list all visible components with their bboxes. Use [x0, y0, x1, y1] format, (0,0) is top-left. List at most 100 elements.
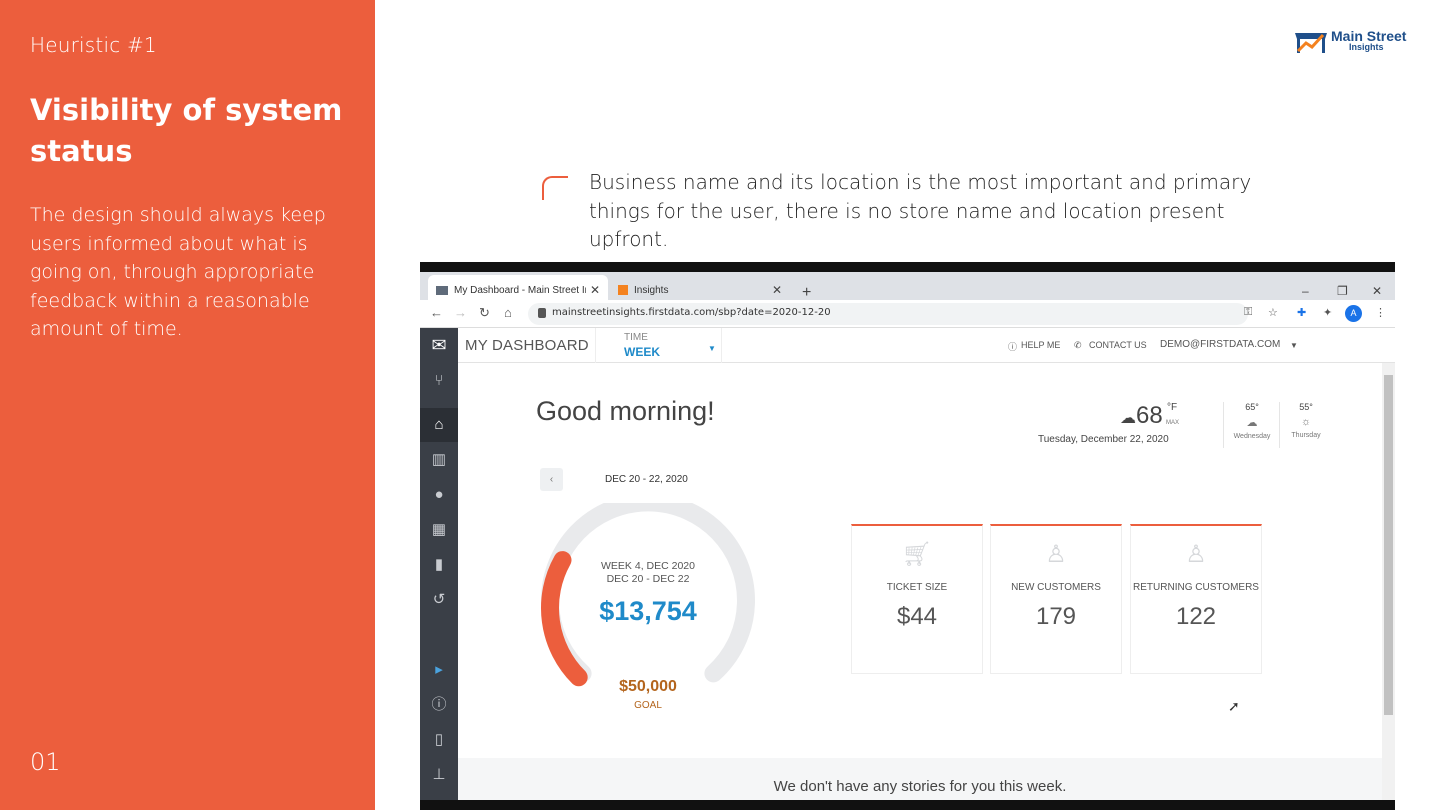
chevron-down-icon: ▼	[708, 344, 716, 353]
heuristic-title: Visibility of system status	[30, 93, 343, 168]
logo-name: Main Street	[1331, 28, 1407, 44]
star-icon[interactable]: ☆	[1268, 306, 1278, 319]
heuristic-panel: Heuristic #1 Visibility of system status…	[0, 0, 375, 810]
url-text: mainstreetinsights.firstdata.com/sbp?dat…	[552, 307, 831, 318]
metric-value: $44	[896, 603, 938, 630]
forecast-day: Wednesday	[1233, 433, 1271, 440]
scrollbar[interactable]	[1382, 363, 1395, 800]
gauge-progress	[541, 551, 588, 687]
help-icon[interactable]: ⓘ	[1008, 340, 1017, 353]
forecast-temp: 55°	[1299, 402, 1313, 412]
maximize-button[interactable]: ❐	[1337, 284, 1348, 298]
add-user-icon: ♙	[1045, 541, 1067, 568]
temperature-max-label: MAX	[1166, 420, 1180, 426]
help-link[interactable]: HELP ME	[1021, 340, 1060, 350]
restaurant-icon[interactable]: ⑂	[420, 364, 458, 398]
temperature-value: 68	[1136, 402, 1163, 429]
profile-avatar[interactable]: A	[1345, 305, 1362, 322]
sitemap-nav-icon[interactable]: ⊥	[420, 758, 458, 792]
customers-nav-icon[interactable]: ●	[420, 478, 458, 512]
metric-ticket-size[interactable]: 🛒︎ TICKET SIZE $44	[851, 524, 983, 674]
scrollbar-thumb[interactable]	[1384, 375, 1393, 715]
refresh-nav-icon[interactable]: ↺	[420, 583, 458, 617]
gauge-range-label: DEC 20 - DEC 22	[606, 573, 690, 585]
goal-label: GOAL	[634, 700, 662, 711]
metric-label: RETURNING CUSTOMERS	[1133, 582, 1259, 593]
stories-message: We don't have any stories for you this w…	[773, 778, 1067, 795]
browser-bottom-edge	[420, 800, 1395, 810]
metric-value: 179	[1035, 603, 1077, 630]
returning-user-icon: ♙	[1185, 541, 1207, 568]
dashboard-favicon-icon	[436, 285, 448, 295]
partly-cloudy-icon: ☁	[1120, 410, 1136, 427]
goal-amount: $50,000	[619, 678, 677, 695]
dashboard-title: MY DASHBOARD	[465, 337, 589, 354]
current-temperature: ☁68	[1120, 402, 1163, 430]
forecast-thursday: 55° ☼ Thursday	[1280, 402, 1332, 439]
time-label: TIME	[624, 332, 648, 343]
divider	[1223, 402, 1224, 448]
metric-new-customers[interactable]: ♙ NEW CUSTOMERS 179	[990, 524, 1122, 674]
previous-period-button[interactable]: ‹	[540, 468, 563, 491]
time-selector[interactable]: TIME WEEK ▼	[595, 328, 722, 363]
time-value: WEEK	[624, 345, 660, 359]
puzzle-icon[interactable]: ✦	[1323, 306, 1332, 319]
metric-label: TICKET SIZE	[886, 582, 948, 593]
app-header: MY DASHBOARD TIME WEEK ▼ ⓘ HELP ME ✆ CON…	[458, 328, 1395, 363]
user-menu-chevron-icon[interactable]: ▼	[1290, 341, 1298, 350]
forecast-day: Thursday	[1291, 432, 1321, 439]
metric-label: NEW CUSTOMERS	[1011, 582, 1101, 593]
mouse-cursor-icon: ➚	[1228, 698, 1240, 714]
info-nav-icon[interactable]: ⓘ	[420, 688, 458, 722]
close-tab-icon[interactable]: ✕	[590, 283, 600, 297]
tab-label: Insights	[634, 284, 669, 296]
close-tab-icon[interactable]: ✕	[772, 283, 782, 297]
menu-dots-icon[interactable]: ⋮	[1375, 306, 1386, 319]
key-icon[interactable]: ⚿	[1244, 306, 1252, 319]
metric-returning-customers[interactable]: ♙ RETURNING CUSTOMERS 122	[1130, 524, 1262, 674]
map-nav-icon[interactable]: ▦	[420, 513, 458, 547]
logo-subtitle: Insights	[1349, 42, 1384, 52]
main-street-logo: Main Street Insights	[1293, 27, 1413, 57]
app-logo-icon[interactable]: ✉	[424, 332, 454, 358]
slide: Heuristic #1 Visibility of system status…	[0, 0, 1440, 810]
close-window-button[interactable]: ✕	[1372, 284, 1382, 298]
partly-cloudy-icon: ☁	[1246, 417, 1258, 429]
browser-screenshot: My Dashboard - Main Street Ins ✕ Insight…	[420, 262, 1395, 810]
dashboard-app: ✉ ⑂ ⌂ ▥ ● ▦ ▮ ↺ ▸ ⓘ ▯ ⊥ MY DASHBOARD TIM…	[420, 328, 1395, 800]
address-bar[interactable]: mainstreetinsights.firstdata.com/sbp?dat…	[528, 303, 1248, 325]
chart-nav-icon[interactable]: ▥	[420, 443, 458, 477]
back-arrow-icon[interactable]: ←	[430, 305, 443, 320]
sales-amount: $13,754	[599, 596, 697, 626]
phone-icon[interactable]: ✆	[1074, 340, 1082, 351]
home-icon[interactable]: ⌂	[504, 305, 512, 320]
gauge-track	[541, 503, 755, 683]
reload-icon[interactable]: ↻	[479, 305, 490, 321]
forecast-wednesday: 65° ☁ Wednesday	[1226, 402, 1278, 440]
annotation-text: Business name and its location is the mo…	[589, 170, 1252, 251]
heuristic-description: The design should always keep users info…	[30, 204, 326, 340]
chevron-left-icon: ‹	[549, 474, 554, 485]
storefront-logo-icon	[1295, 33, 1327, 53]
metric-value: 122	[1175, 603, 1217, 630]
insights-favicon-icon	[618, 285, 628, 295]
app-sidebar: ✉ ⑂ ⌂ ▥ ● ▦ ▮ ↺ ▸ ⓘ ▯ ⊥	[420, 328, 458, 800]
home-nav-icon[interactable]: ⌂	[420, 408, 458, 442]
contact-link[interactable]: CONTACT US	[1089, 340, 1147, 350]
forward-arrow-icon[interactable]: →	[454, 305, 467, 320]
lock-icon	[538, 308, 546, 318]
document-nav-icon[interactable]: ▯	[420, 723, 458, 757]
weather-date: Tuesday, December 22, 2020	[1038, 434, 1169, 445]
greeting: Good morning!	[536, 396, 715, 426]
forecast-temp: 65°	[1245, 402, 1259, 412]
bookmark-nav-icon[interactable]: ▮	[420, 548, 458, 582]
minimize-button[interactable]: –	[1302, 284, 1309, 298]
extension-icon[interactable]: ✚	[1297, 306, 1306, 319]
stories-section: We don't have any stories for you this w…	[458, 758, 1382, 800]
gauge-week-label: WEEK 4, DEC 2020	[601, 560, 695, 572]
date-range: DEC 20 - 22, 2020	[605, 474, 688, 485]
collapse-nav-icon[interactable]: ▸	[420, 653, 458, 687]
user-menu[interactable]: DEMO@FIRSTDATA.COM	[1160, 339, 1280, 350]
tab-label: My Dashboard - Main Street Ins	[454, 284, 586, 296]
gauge-period: WEEK 4, DEC 2020 DEC 20 - DEC 22	[578, 560, 718, 586]
